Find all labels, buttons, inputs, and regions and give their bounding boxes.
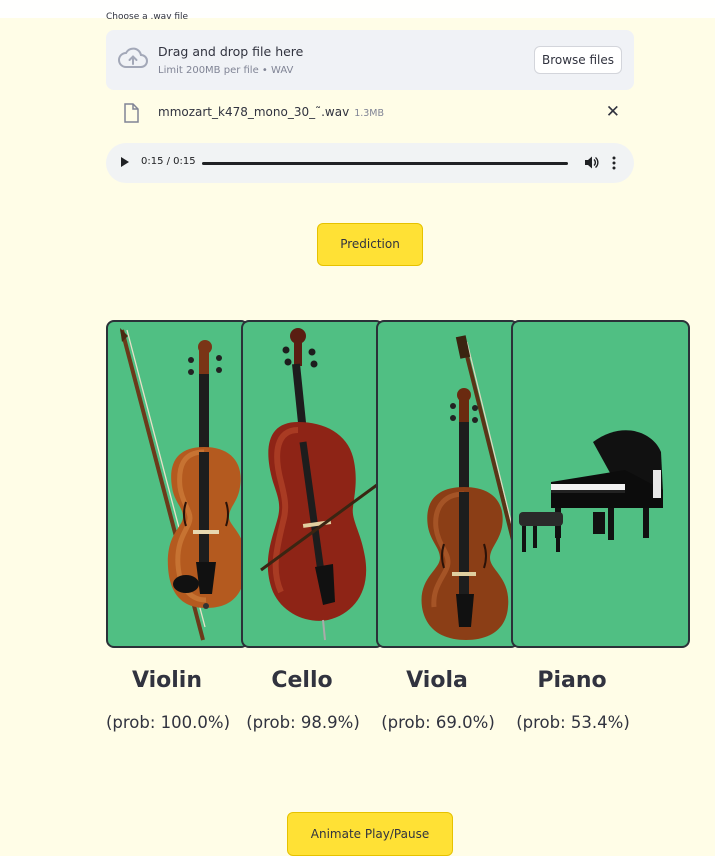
audio-player[interactable]: 0:15 / 0:15 (106, 143, 634, 183)
result-prob-cello: (prob: 98.9%) (246, 713, 360, 732)
audio-time: 0:15 / 0:15 (141, 156, 196, 167)
volume-icon[interactable] (584, 155, 599, 170)
uploaded-file-row: mmozart_k478_mono_30_˜.wav 1.3MB ✕ (106, 100, 634, 126)
result-name-violin: Violin (131, 668, 203, 693)
more-options-icon[interactable] (611, 155, 617, 171)
result-name-piano: Piano (537, 668, 607, 693)
file-icon (124, 103, 139, 123)
animate-play-pause-button[interactable]: Animate Play/Pause (287, 812, 453, 856)
dropzone-title: Drag and drop file here (158, 44, 304, 59)
violin-card (106, 320, 249, 648)
file-name: mmozart_k478_mono_30_˜.wav 1.3MB (158, 105, 384, 119)
close-icon[interactable]: ✕ (606, 102, 620, 122)
piano-card (511, 320, 690, 648)
result-name-cello: Cello (271, 668, 333, 693)
piano-image (519, 430, 663, 552)
cello-image (260, 328, 382, 641)
violin-image (120, 328, 247, 641)
dropzone-limit: Limit 200MB per file • WAV (158, 65, 294, 76)
result-name-viola: Viola (406, 668, 468, 693)
viola-card (376, 320, 519, 648)
prediction-button[interactable]: Prediction (317, 223, 423, 266)
cello-card (241, 320, 384, 648)
result-prob-piano: (prob: 53.4%) (516, 713, 630, 732)
uploader-label: Choose a .wav file (106, 12, 189, 22)
file-size: 1.3MB (354, 108, 385, 119)
file-dropzone[interactable]: Drag and drop file here Limit 200MB per … (106, 30, 634, 90)
viola-image (421, 335, 517, 640)
result-prob-violin: (prob: 100.0%) (105, 713, 231, 732)
cloud-upload-icon (118, 47, 148, 68)
browse-files-button[interactable]: Browse files (534, 46, 622, 74)
play-icon[interactable] (121, 157, 129, 167)
audio-progress-bar[interactable] (202, 161, 568, 165)
file-name-text: mmozart_k478_mono_30_˜.wav (158, 105, 350, 119)
result-prob-viola: (prob: 69.0%) (381, 713, 495, 732)
